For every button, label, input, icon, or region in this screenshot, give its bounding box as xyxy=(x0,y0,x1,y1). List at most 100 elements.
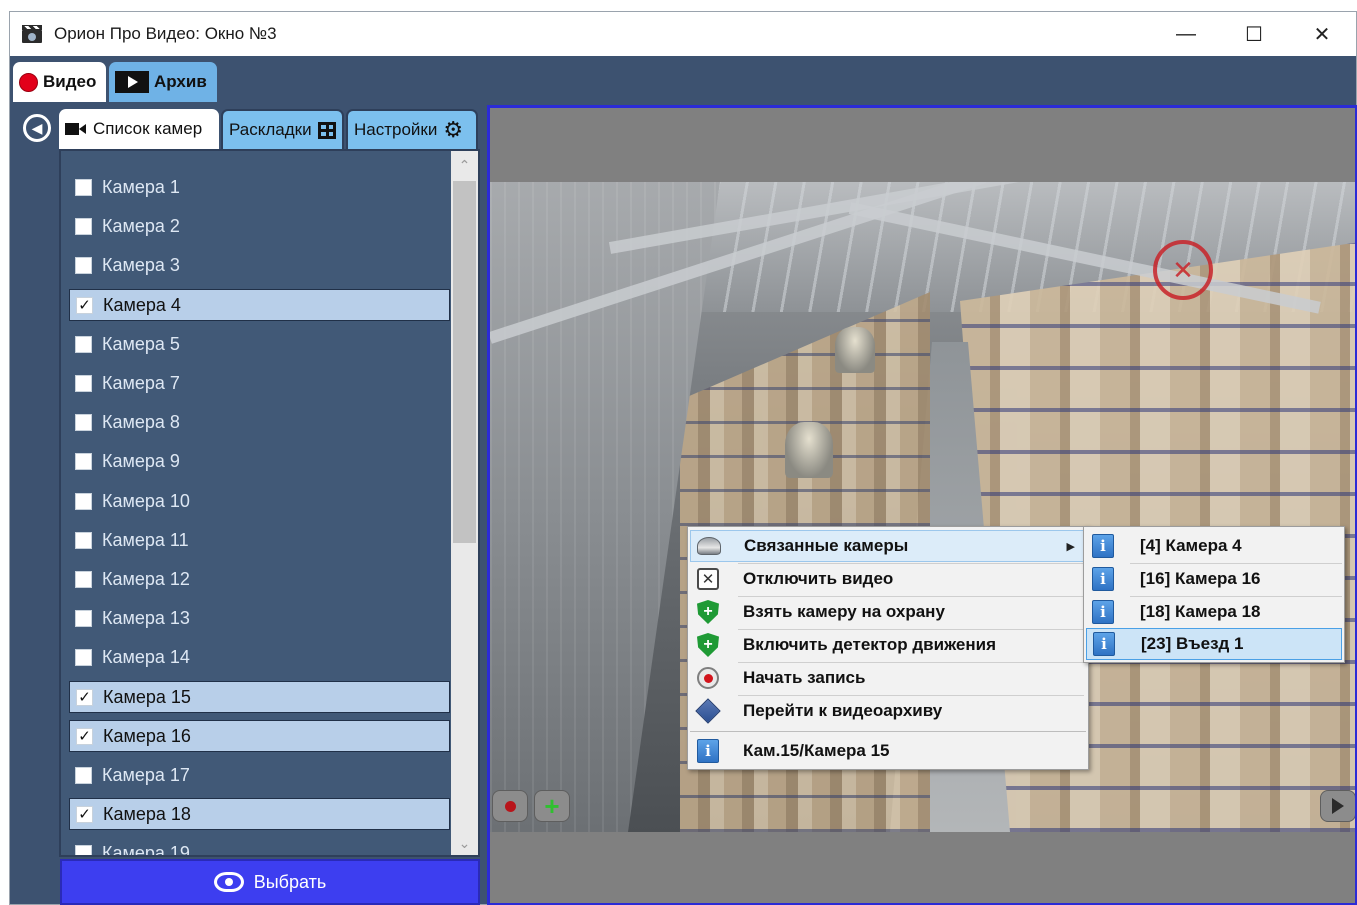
app-window: Орион Про Видео: Окно №3 — ☐ ✕ Видео Арх… xyxy=(9,11,1357,905)
checkbox[interactable] xyxy=(75,609,92,627)
play-button[interactable] xyxy=(1320,790,1355,822)
select-button-label: Выбрать xyxy=(253,871,327,892)
camera-list-item[interactable]: Камера 5 xyxy=(69,328,450,360)
shield-plus-icon: + xyxy=(697,600,719,624)
diamond-icon xyxy=(695,698,721,724)
camera-list-scrollbar[interactable]: ⌃ ⌄ xyxy=(451,151,478,855)
tab-settings[interactable]: Настройки ⚙ xyxy=(346,109,478,149)
camera-list-item[interactable]: Камера 12 xyxy=(69,563,450,595)
maximize-button[interactable]: ☐ xyxy=(1220,12,1288,56)
info-icon: i xyxy=(1093,632,1115,656)
play-icon xyxy=(1332,798,1344,814)
tab-layouts-label: Раскладки xyxy=(229,120,312,139)
camera-list-item[interactable]: ✓ Камера 4 xyxy=(69,289,450,321)
camera-list-item[interactable]: Камера 19 xyxy=(69,837,450,857)
camera-list-item[interactable]: Камера 14 xyxy=(69,641,450,673)
menu-item-motion-detector[interactable]: + Включить детектор движения xyxy=(690,629,1086,661)
menu-item-linked-cameras[interactable]: Связанные камеры ▶ xyxy=(690,530,1086,562)
checkbox[interactable] xyxy=(75,570,92,588)
checkbox[interactable] xyxy=(75,648,92,666)
camera-list-item[interactable]: Камера 2 xyxy=(69,210,450,242)
info-icon: i xyxy=(1092,567,1114,591)
checkbox[interactable] xyxy=(75,844,92,855)
checkbox[interactable] xyxy=(75,413,92,431)
gear-icon: ⚙ xyxy=(443,117,464,142)
linked-cameras-submenu: i [4] Камера 4 i [16] Камера 16 i [18] К… xyxy=(1083,526,1345,663)
checkbox[interactable] xyxy=(75,374,92,392)
tab-settings-label: Настройки xyxy=(354,120,438,139)
camera-list-item[interactable]: Камера 9 xyxy=(69,445,450,477)
submenu-item-entrance-1[interactable]: i [23] Въезд 1 xyxy=(1086,628,1342,660)
checkbox[interactable]: ✓ xyxy=(76,688,93,706)
checkbox[interactable] xyxy=(75,256,92,274)
camera-list-item-label: Камера 12 xyxy=(102,568,190,589)
collapse-panel-icon[interactable]: ◀ xyxy=(23,114,51,142)
tab-camera-list-label: Список камер xyxy=(93,119,203,138)
camera-list-item-label: Камера 14 xyxy=(102,646,190,667)
camera-list-item[interactable]: Камера 1 xyxy=(69,171,450,203)
film-play-icon xyxy=(115,71,149,93)
submenu-item-camera-16[interactable]: i [16] Камера 16 xyxy=(1086,563,1342,595)
camera-list-item[interactable]: Камера 3 xyxy=(69,249,450,281)
checkbox[interactable]: ✓ xyxy=(76,296,93,314)
camera-list-item[interactable]: ✓ Камера 15 xyxy=(69,681,450,713)
checkbox[interactable] xyxy=(75,178,92,196)
video-cell[interactable]: + ✕ xyxy=(487,105,1357,905)
camera-list-item[interactable]: Камера 10 xyxy=(69,485,450,517)
scroll-thumb[interactable] xyxy=(453,181,476,543)
checkbox[interactable]: ✓ xyxy=(76,805,93,823)
scroll-down-icon[interactable]: ⌄ xyxy=(451,831,478,855)
checkbox[interactable] xyxy=(75,531,92,549)
minimize-button[interactable]: — xyxy=(1152,12,1220,56)
camera-list-item-label: Камера 2 xyxy=(102,215,180,236)
camera-list-item[interactable]: ✓ Камера 18 xyxy=(69,798,450,830)
camera-list-item[interactable]: Камера 8 xyxy=(69,406,450,438)
select-button[interactable]: Выбрать xyxy=(60,859,480,905)
camera-list-item-label: Камера 13 xyxy=(102,607,190,628)
close-box-icon: ✕ xyxy=(697,568,719,590)
menu-item-camera-info[interactable]: i Кам.15/Камера 15 xyxy=(690,735,1086,767)
camera-list-item[interactable]: Камера 7 xyxy=(69,367,450,399)
tab-video[interactable]: Видео xyxy=(13,62,106,102)
menu-item-go-to-archive[interactable]: Перейти к видеоархиву xyxy=(690,695,1086,727)
tab-archive-label: Архив xyxy=(154,72,207,91)
checkbox[interactable] xyxy=(75,492,92,510)
tab-layouts[interactable]: Раскладки xyxy=(221,109,344,149)
camera-list: Камера 1 Камера 2 Камера 3 ✓ Камера 4 Камера … xyxy=(61,151,453,857)
tab-archive[interactable]: Архив xyxy=(109,62,217,102)
camera-icon xyxy=(65,122,87,136)
target-icon[interactable]: ✕ xyxy=(1153,240,1213,300)
submenu-item-camera-4[interactable]: i [4] Камера 4 xyxy=(1086,530,1342,562)
menu-item-start-recording[interactable]: Начать запись xyxy=(690,662,1086,694)
close-button[interactable]: ✕ xyxy=(1288,12,1356,56)
window-title: Орион Про Видео: Окно №3 xyxy=(54,24,277,43)
camera-list-item[interactable]: Камера 11 xyxy=(69,524,450,556)
camera-list-item-label: Камера 10 xyxy=(102,490,190,511)
main-tabs: Видео Архив xyxy=(13,62,217,102)
title-bar: Орион Про Видео: Окно №3 — ☐ ✕ xyxy=(10,12,1356,56)
menu-item-arm-camera[interactable]: + Взять камеру на охрану xyxy=(690,596,1086,628)
camera-list-item-label: Камера 7 xyxy=(102,372,180,393)
checkbox[interactable] xyxy=(75,335,92,353)
camera-list-panel: Камера 1 Камера 2 Камера 3 ✓ Камера 4 Камера … xyxy=(59,149,480,857)
checkbox[interactable] xyxy=(75,766,92,784)
camera-list-item-label: Камера 9 xyxy=(102,450,180,471)
camera-list-item-label: Камера 15 xyxy=(103,686,191,707)
submenu-arrow-icon: ▶ xyxy=(1066,540,1075,553)
menu-item-disable-video[interactable]: ✕ Отключить видео xyxy=(690,563,1086,595)
scroll-up-icon[interactable]: ⌃ xyxy=(451,153,478,177)
camera-list-item[interactable]: Камера 13 xyxy=(69,602,450,634)
camera-list-item-label: Камера 19 xyxy=(102,842,190,857)
start-record-button[interactable] xyxy=(492,790,528,822)
camera-list-item[interactable]: ✓ Камера 16 xyxy=(69,720,450,752)
camera-list-item[interactable]: Камера 17 xyxy=(69,759,450,791)
tab-video-label: Видео xyxy=(43,72,97,91)
checkbox[interactable]: ✓ xyxy=(76,727,93,745)
camera-list-item-label: Камера 5 xyxy=(102,333,180,354)
submenu-item-camera-18[interactable]: i [18] Камера 18 xyxy=(1086,596,1342,628)
add-camera-button[interactable]: + xyxy=(534,790,570,822)
plus-icon: + xyxy=(544,791,560,821)
checkbox[interactable] xyxy=(75,452,92,470)
checkbox[interactable] xyxy=(75,217,92,235)
tab-camera-list[interactable]: Список камер xyxy=(59,109,219,149)
